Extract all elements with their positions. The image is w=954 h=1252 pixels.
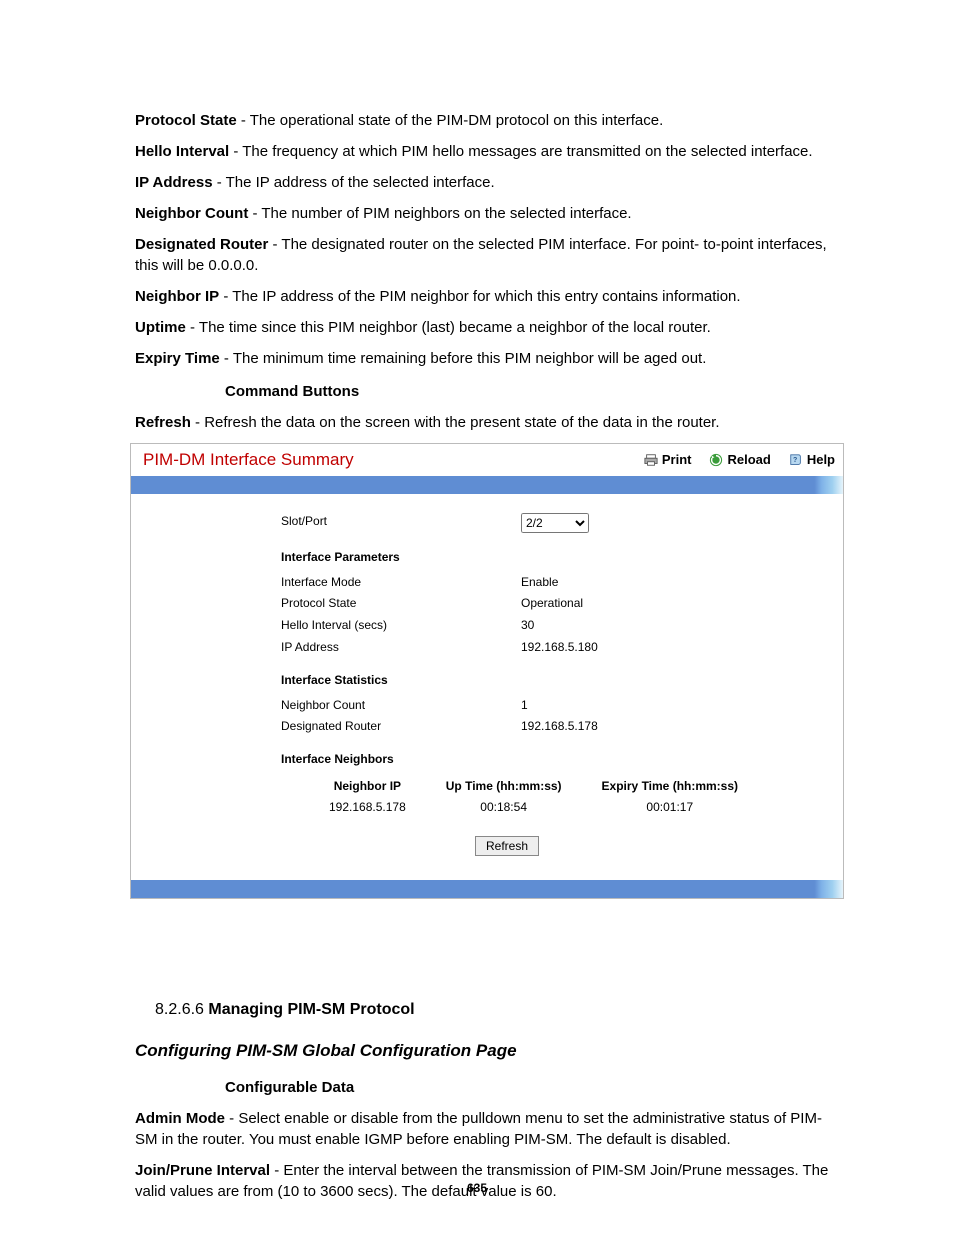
def-ip-address: IP Address - The IP address of the selec… <box>135 172 839 193</box>
slot-port-select[interactable]: 2/2 <box>521 513 589 533</box>
col-up-time: Up Time (hh:mm:ss) <box>426 776 582 797</box>
reload-button[interactable]: Reload <box>709 451 770 469</box>
svg-text:?: ? <box>793 457 797 464</box>
row-hello-interval: Hello Interval (secs)30 <box>281 617 823 634</box>
def-hello-interval: Hello Interval - The frequency at which … <box>135 141 839 162</box>
neighbors-table: Neighbor IP Up Time (hh:mm:ss) Expiry Ti… <box>309 776 758 818</box>
def-expiry-time: Expiry Time - The minimum time remaining… <box>135 348 839 369</box>
def-refresh: Refresh - Refresh the data on the screen… <box>135 412 839 433</box>
def-protocol-state: Protocol State - The operational state o… <box>135 110 839 131</box>
reload-icon <box>709 453 723 467</box>
panel-bottom-bar <box>131 880 843 898</box>
printer-icon <box>644 453 658 467</box>
interface-statistics-heading: Interface Statistics <box>281 672 823 689</box>
row-ip-address: IP Address192.168.5.180 <box>281 639 823 656</box>
def-neighbor-ip: Neighbor IP - The IP address of the PIM … <box>135 286 839 307</box>
help-button[interactable]: ? Help <box>789 451 835 469</box>
interface-parameters-heading: Interface Parameters <box>281 549 823 566</box>
row-protocol-state: Protocol StateOperational <box>281 595 823 612</box>
panel-top-bar <box>131 476 843 494</box>
interface-neighbors-heading: Interface Neighbors <box>281 751 823 768</box>
help-icon: ? <box>789 453 803 467</box>
section-heading: 8.2.6.6 Managing PIM-SM Protocol <box>155 999 839 1021</box>
def-designated-router: Designated Router - The designated route… <box>135 234 839 276</box>
pim-dm-summary-panel: PIM-DM Interface Summary Print Reload ? … <box>130 443 844 899</box>
refresh-button[interactable]: Refresh <box>475 836 539 856</box>
def-neighbor-count: Neighbor Count - The number of PIM neigh… <box>135 203 839 224</box>
print-button[interactable]: Print <box>644 451 692 469</box>
slot-port-label: Slot/Port <box>281 513 521 533</box>
col-neighbor-ip: Neighbor IP <box>309 776 426 797</box>
row-designated-router: Designated Router192.168.5.178 <box>281 718 823 735</box>
table-row: 192.168.5.178 00:18:54 00:01:17 <box>309 797 758 818</box>
subsection-heading: Configuring PIM-SM Global Configuration … <box>135 1039 839 1063</box>
page-number: 635 <box>0 1180 954 1197</box>
command-buttons-heading: Command Buttons <box>225 381 839 402</box>
def-uptime: Uptime - The time since this PIM neighbo… <box>135 317 839 338</box>
def-admin-mode: Admin Mode - Select enable or disable fr… <box>135 1108 839 1150</box>
configurable-data-heading: Configurable Data <box>225 1077 839 1098</box>
row-neighbor-count: Neighbor Count1 <box>281 697 823 714</box>
panel-title: PIM-DM Interface Summary <box>143 448 354 472</box>
col-expiry-time: Expiry Time (hh:mm:ss) <box>582 776 758 797</box>
row-interface-mode: Interface ModeEnable <box>281 574 823 591</box>
